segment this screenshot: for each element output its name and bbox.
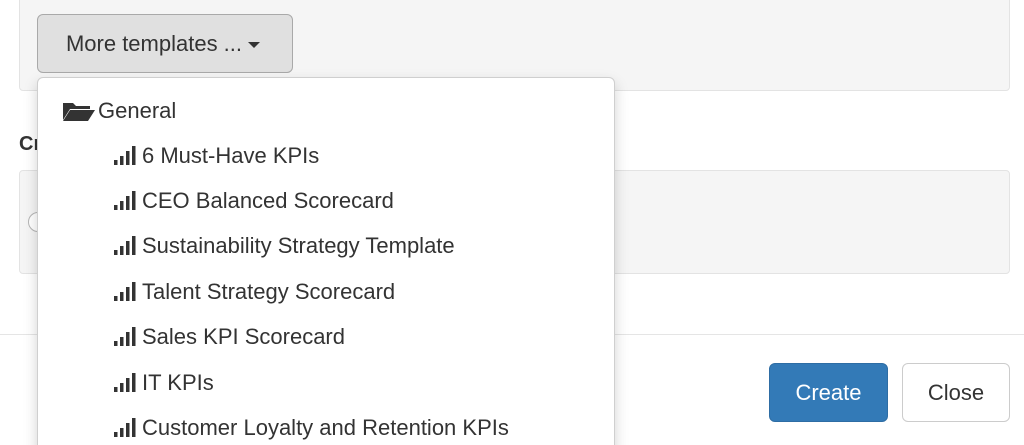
folder-open-icon bbox=[63, 103, 95, 121]
signal-bars-icon bbox=[114, 282, 136, 301]
signal-bars-icon bbox=[114, 146, 136, 165]
template-item[interactable]: Customer Loyalty and Retention KPIs bbox=[112, 412, 602, 444]
template-item-label: Customer Loyalty and Retention KPIs bbox=[142, 415, 509, 440]
template-item-label: IT KPIs bbox=[142, 370, 214, 395]
template-item[interactable]: Talent Strategy Scorecard bbox=[112, 276, 602, 308]
template-item-label: Sustainability Strategy Template bbox=[142, 233, 455, 258]
modal-dialog: More templates ... Cr Create Close Gener… bbox=[0, 0, 1024, 445]
template-item-label: Sales KPI Scorecard bbox=[142, 324, 345, 349]
more-templates-label: More templates ... bbox=[65, 30, 243, 56]
template-item[interactable]: CEO Balanced Scorecard bbox=[112, 185, 602, 217]
template-item[interactable]: Sustainability Strategy Template bbox=[112, 230, 602, 262]
signal-bars-icon bbox=[114, 418, 136, 437]
close-button[interactable]: Close bbox=[902, 363, 1010, 422]
template-item-label: 6 Must-Have KPIs bbox=[142, 143, 320, 168]
group-label: General bbox=[98, 98, 177, 123]
template-item-label: Talent Strategy Scorecard bbox=[142, 279, 396, 304]
signal-bars-icon bbox=[114, 327, 136, 346]
create-button[interactable]: Create bbox=[769, 363, 888, 422]
signal-bars-icon bbox=[114, 236, 136, 255]
template-group-general: General bbox=[62, 98, 176, 124]
template-item-label: CEO Balanced Scorecard bbox=[142, 188, 394, 213]
template-item[interactable]: 6 Must-Have KPIs bbox=[112, 140, 602, 172]
more-templates-button[interactable]: More templates ... bbox=[37, 14, 293, 73]
caret-down-icon bbox=[248, 41, 261, 48]
template-item[interactable]: Sales KPI Scorecard bbox=[112, 321, 602, 353]
template-item[interactable]: IT KPIs bbox=[112, 367, 602, 399]
templates-dropdown-menu: General 6 Must-Have KPIs CEO Balanced Sc… bbox=[37, 77, 615, 445]
signal-bars-icon bbox=[114, 191, 136, 210]
signal-bars-icon bbox=[114, 373, 136, 392]
